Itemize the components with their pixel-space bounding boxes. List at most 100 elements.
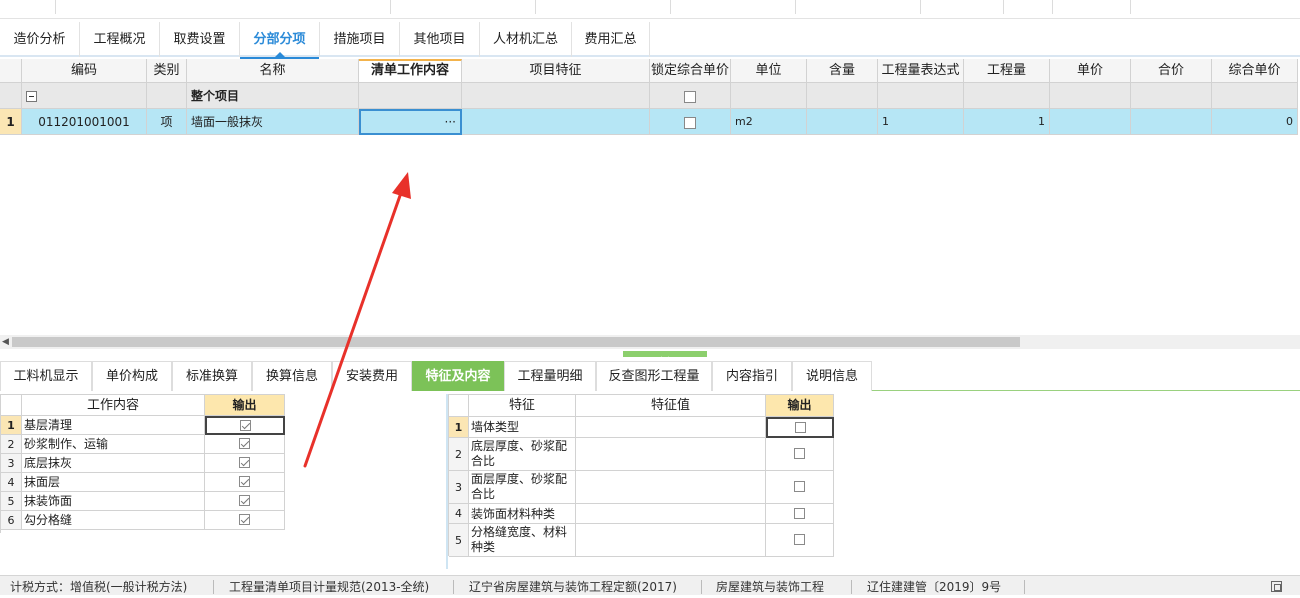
ft-row-value[interactable] [576,524,766,557]
ft-row-value[interactable] [576,471,766,504]
item-total-price[interactable] [1131,109,1212,135]
checkbox-checked-icon[interactable] [239,438,250,449]
header-total-price[interactable]: 合价 [1131,59,1212,83]
item-content[interactable] [807,109,878,135]
tab-unit-price-composition[interactable]: 单价构成 [92,361,172,391]
group-lock-checkbox[interactable] [650,83,731,109]
header-work-content[interactable]: 清单工作内容 [359,59,462,83]
ft-row-feature[interactable]: 面层厚度、砂浆配合比 [469,471,576,504]
ft-row-output[interactable] [766,524,834,557]
tab-fee-settings[interactable]: 取费设置 [160,22,240,57]
header-code[interactable]: 编码 [22,59,147,83]
ft-row-value[interactable] [576,417,766,438]
item-features-cell[interactable] [462,109,650,135]
minus-box-icon[interactable] [26,91,37,102]
wc-row-output[interactable] [205,435,285,454]
checkbox-unchecked-icon[interactable] [794,508,805,519]
ft-row-value[interactable] [576,504,766,524]
ft-row-feature[interactable]: 分格缝宽度、材料种类 [469,524,576,557]
checkbox-unchecked-icon[interactable] [794,534,805,545]
item-type[interactable]: 项 [147,109,187,135]
scroll-left-icon[interactable]: ◀ [2,337,9,347]
item-code[interactable]: 011201001001 [22,109,147,135]
horizontal-scrollbar[interactable]: ◀ [0,335,1300,349]
ft-row-output[interactable] [766,504,834,524]
main-tab-bar: 造价分析 工程概况 取费设置 分部分项 措施项目 其他项目 人材机汇总 费用汇总 [0,22,1300,59]
wc-row-output[interactable] [205,454,285,473]
item-qty-expr[interactable]: 1 [878,109,964,135]
ft-header-output: 输出 [766,395,834,417]
wc-row-text[interactable]: 抹面层 [22,473,205,492]
header-features[interactable]: 项目特征 [462,59,650,83]
wc-row-text[interactable]: 抹装饰面 [22,492,205,511]
tab-other-items[interactable]: 其他项目 [400,22,480,57]
wc-row-text[interactable]: 砂浆制作、运输 [22,435,205,454]
wc-row-output[interactable] [205,511,285,530]
ft-row-output[interactable] [766,438,834,471]
ft-row-feature[interactable]: 墙体类型 [469,417,576,438]
group-unit-cell [731,83,807,109]
status-separator [1024,580,1025,594]
checkbox-checked-icon[interactable] [239,420,251,431]
wc-row-output[interactable] [205,492,285,511]
item-unit[interactable]: m2 [731,109,807,135]
tab-standard-conversion[interactable]: 标准换算 [172,361,252,391]
wc-row-index: 3 [1,454,22,473]
collapse-toggle[interactable] [22,83,147,109]
header-qty-expr[interactable]: 工程量表达式 [878,59,964,83]
header-qty[interactable]: 工程量 [964,59,1050,83]
header-type[interactable]: 类别 [147,59,187,83]
wc-row-text[interactable]: 基层清理 [22,416,205,435]
ft-row-output[interactable] [766,417,834,438]
tab-cost-analysis[interactable]: 造价分析 [0,22,80,57]
tab-labor-material-machine[interactable]: 人材机汇总 [480,22,572,57]
item-work-content-cell[interactable]: ··· [359,109,462,135]
checkbox-unchecked-icon[interactable] [794,448,805,459]
item-qty[interactable]: 1 [964,109,1050,135]
tab-quantity-details[interactable]: 工程量明细 [504,361,596,391]
tab-conversion-info[interactable]: 换算信息 [252,361,332,391]
header-name[interactable]: 名称 [187,59,359,83]
tab-measures[interactable]: 措施项目 [320,22,400,57]
group-qty-cell [964,83,1050,109]
item-name[interactable]: 墙面一般抹灰 [187,109,359,135]
header-composite-price[interactable]: 综合单价 [1212,59,1298,83]
checkbox-checked-icon[interactable] [239,495,250,506]
tab-description-info[interactable]: 说明信息 [792,361,872,391]
tab-installation-cost[interactable]: 安装费用 [332,361,412,391]
panel-splitter[interactable] [623,351,707,363]
wc-row-output[interactable] [205,473,285,492]
tab-project-overview[interactable]: 工程概况 [80,22,160,57]
group-type-cell [147,83,187,109]
wc-row-output[interactable] [205,416,285,435]
item-composite-price[interactable]: 0 [1212,109,1298,135]
checkbox-checked-icon[interactable] [239,457,250,468]
header-content[interactable]: 含量 [807,59,878,83]
tab-fee-summary[interactable]: 费用汇总 [572,22,650,57]
ft-row-feature[interactable]: 装饰面材料种类 [469,504,576,524]
wc-row-text[interactable]: 勾分格缝 [22,511,205,530]
tab-content-guide[interactable]: 内容指引 [712,361,792,391]
item-lock-checkbox[interactable] [650,109,731,135]
checkbox-unchecked-icon[interactable] [794,422,806,433]
group-unit-price-cell [1050,83,1131,109]
checkbox-unchecked-icon[interactable] [794,481,805,492]
header-unit-price[interactable]: 单价 [1050,59,1131,83]
ft-row-feature[interactable]: 底层厚度、砂浆配合比 [469,438,576,471]
header-lock-price[interactable]: 锁定综合单价 [650,59,731,83]
item-unit-price[interactable] [1050,109,1131,135]
ellipsis-button[interactable]: ··· [445,115,456,129]
checkbox-checked-icon[interactable] [239,514,250,525]
tab-sub-items[interactable]: 分部分项 [240,22,320,59]
ft-row-value[interactable] [576,438,766,471]
ft-header-value: 特征值 [576,395,766,417]
wc-row-text[interactable]: 底层抹灰 [22,454,205,473]
header-unit[interactable]: 单位 [731,59,807,83]
tab-reverse-graphic-quantity[interactable]: 反查图形工程量 [596,361,712,391]
checkbox-checked-icon[interactable] [239,476,250,487]
restore-window-icon[interactable] [1271,581,1282,592]
ft-row-output[interactable] [766,471,834,504]
tab-labor-material-display[interactable]: 工料机显示 [0,361,92,391]
scrollbar-thumb[interactable] [12,337,1020,347]
tab-features-and-content[interactable]: 特征及内容 [412,361,504,391]
